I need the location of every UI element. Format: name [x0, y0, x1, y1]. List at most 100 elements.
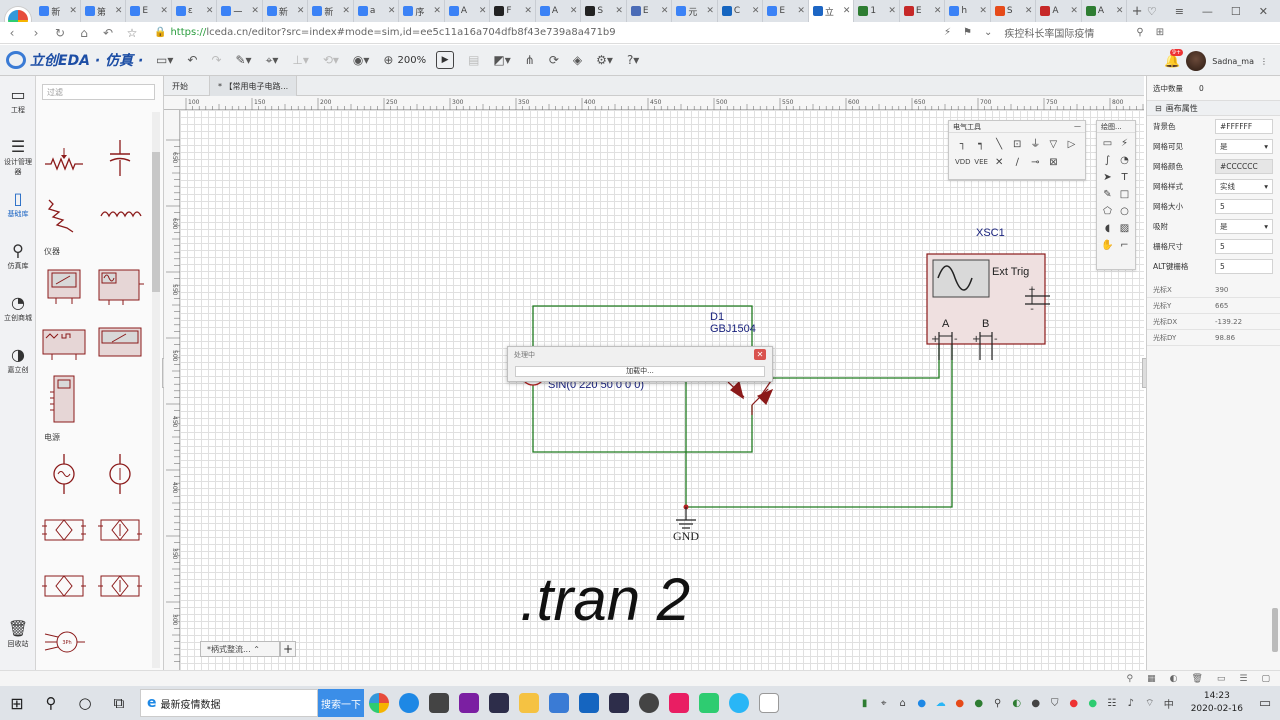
app-ae2-icon[interactable] — [604, 686, 634, 720]
pie-tool-icon[interactable]: ◖ — [1100, 221, 1115, 236]
tab-close-icon[interactable]: ✕ — [115, 6, 123, 16]
tray-network-icon[interactable]: ☷ — [1105, 696, 1119, 710]
tab-start[interactable]: 开始 — [164, 76, 210, 96]
undo-close-icon[interactable]: ↶ — [96, 26, 120, 40]
text-tool-icon[interactable]: T — [1117, 170, 1132, 185]
layout-icon[interactable]: ▦ — [1147, 674, 1156, 684]
tab-close-icon[interactable]: ✕ — [752, 6, 760, 16]
browser-tab[interactable]: S ✕ — [991, 0, 1037, 22]
tray-qq-icon[interactable]: ● — [1029, 696, 1043, 710]
drc-icon[interactable]: ◐ — [1170, 674, 1178, 684]
history-icon[interactable]: ⟳ — [549, 53, 559, 67]
new-tab-button[interactable]: + — [1127, 4, 1146, 19]
app-explorer-icon[interactable] — [514, 686, 544, 720]
tab-close-icon[interactable]: ✕ — [843, 6, 851, 16]
browser-tab[interactable]: F ✕ — [490, 0, 536, 22]
app-360-browser-icon[interactable] — [364, 686, 394, 720]
notification-icon[interactable]: ▭ — [1258, 696, 1272, 711]
schematic-drawing[interactable]: SIN(0 220 50 0 0 0) D1 GBJ1504 GND + - +… — [180, 110, 1144, 670]
share-icon[interactable]: ⋔ — [525, 53, 535, 67]
app-wechat-icon[interactable] — [694, 686, 724, 720]
search-icon[interactable]: ⚲ — [34, 686, 68, 720]
property-select[interactable]: 实线 ▾ — [1215, 178, 1273, 194]
tab-close-icon[interactable]: ✕ — [69, 6, 77, 16]
property-input[interactable]: 5 — [1215, 198, 1273, 214]
tray-volume-icon[interactable]: ♪ — [1124, 696, 1138, 710]
lib-multimeter[interactable] — [38, 260, 90, 312]
pen-icon[interactable]: ✎▾ — [236, 53, 252, 67]
panel-icon[interactable]: ▭ — [1217, 674, 1226, 684]
tray-search-icon[interactable]: ⚲ — [991, 696, 1005, 710]
shirt-icon[interactable]: ♡ — [1147, 5, 1157, 18]
tab-close-icon[interactable]: ✕ — [934, 6, 942, 16]
menu-icon[interactable]: ≡ — [1175, 5, 1184, 18]
bus-tool-icon[interactable]: ┑ — [974, 137, 989, 152]
browser-tab[interactable]: 元 ✕ — [672, 0, 718, 22]
tab-close-icon[interactable]: ✕ — [433, 6, 441, 16]
property-input[interactable]: 5 — [1215, 258, 1273, 274]
lib-inductor[interactable] — [94, 188, 146, 240]
dialog-close-button[interactable]: ✕ — [754, 349, 766, 360]
home-icon[interactable]: ⌂ — [72, 26, 96, 40]
browser-tab[interactable]: E ✕ — [900, 0, 946, 22]
tab-close-icon[interactable]: ✕ — [570, 6, 578, 16]
clock[interactable]: 14:23 2020-02-16 — [1191, 690, 1243, 716]
oscilloscope-symbol[interactable]: + - + - + - — [926, 253, 1050, 360]
tab-close-icon[interactable]: ✕ — [706, 6, 714, 16]
help-icon[interactable]: ?▾ — [627, 53, 639, 67]
tray-chat-icon[interactable]: ◐ — [1010, 696, 1024, 710]
lib-capacitor[interactable] — [94, 132, 146, 184]
cortana-icon[interactable]: ○ — [68, 686, 102, 720]
simulate-run-button[interactable]: ▶ — [436, 51, 455, 69]
app-lceda-icon[interactable] — [544, 686, 574, 720]
voltage-probe-icon[interactable]: ⊸ — [1028, 155, 1043, 170]
browser-tab[interactable]: C ✕ — [718, 0, 764, 22]
dimension-tool-icon[interactable]: ⌐ — [1117, 238, 1132, 253]
lib-potentiometer[interactable] — [38, 132, 90, 184]
grid-icon[interactable]: ⊞ — [1156, 27, 1164, 38]
tab-close-icon[interactable]: ✕ — [979, 6, 987, 16]
tab-close-icon[interactable]: ✕ — [1116, 6, 1124, 16]
place-icon[interactable]: ⌖▾ — [266, 53, 279, 68]
lib-oscilloscope[interactable] — [94, 260, 146, 312]
pan-hand-icon[interactable]: ✋ — [1100, 238, 1115, 253]
tray-shield-icon[interactable]: ⛉ — [1048, 696, 1062, 710]
back-icon[interactable]: ‹ — [0, 26, 24, 40]
ground-tool-icon[interactable]: ⏚ — [1028, 137, 1043, 152]
tab-close-icon[interactable]: ✕ — [206, 6, 214, 16]
bell-icon[interactable]: 🔔 9+ — [1164, 48, 1183, 69]
tab-close-icon[interactable]: ✕ — [524, 6, 532, 16]
tray-mic-icon[interactable]: ● — [915, 696, 929, 710]
lib-voltmeter[interactable] — [94, 316, 146, 368]
property-input[interactable]: #FFFFFF — [1215, 118, 1273, 134]
netlabel-icon[interactable]: ⊡ — [1010, 137, 1025, 152]
lib-three-phase-source[interactable]: 3Ph — [38, 616, 90, 668]
tab-close-icon[interactable]: ✕ — [297, 6, 305, 16]
browser-tab[interactable]: h ✕ — [945, 0, 991, 22]
tab-close-icon[interactable]: ✕ — [661, 6, 669, 16]
app-calculator-icon[interactable] — [424, 686, 454, 720]
app-bird-icon[interactable] — [724, 686, 754, 720]
app-onenote-icon[interactable] — [454, 686, 484, 720]
url-field[interactable]: 🔒 https://lceda.cn/editor?src=index#mode… — [154, 27, 944, 38]
rotate-icon[interactable]: ⟲▾ — [323, 53, 339, 67]
arrow-tool-icon[interactable]: ➤ — [1100, 170, 1115, 185]
picture-tool-icon[interactable]: ▨ — [1117, 221, 1132, 236]
tray-ime-icon[interactable]: 中 — [1162, 696, 1176, 711]
netflag-icon[interactable]: ▽ — [1046, 137, 1061, 152]
rail-item-design-manager[interactable]: ☰ 设计管理器 — [0, 128, 36, 180]
zoom-icon[interactable]: ⊕ — [383, 53, 393, 67]
vee-icon[interactable]: VEE — [974, 155, 989, 170]
chevron-up-icon[interactable]: ⌃ — [253, 645, 260, 654]
rail-item-jlc[interactable]: ◑ 嘉立创 — [0, 336, 36, 388]
bus-entry-icon[interactable]: ╲ — [992, 137, 1007, 152]
theme-icon[interactable]: ◩▾ — [493, 53, 510, 67]
rail-item-basic-library[interactable]: ▯ 基础库 — [0, 180, 36, 232]
user-menu-icon[interactable]: ⋮ — [1260, 57, 1268, 66]
property-select[interactable]: 是 ▾ — [1215, 218, 1273, 234]
browser-tab[interactable]: 新 ✕ — [263, 0, 309, 22]
schematic-canvas[interactable]: SIN(0 220 50 0 0 0) D1 GBJ1504 GND + - +… — [180, 110, 1144, 670]
zoom-level[interactable]: 200% — [397, 55, 426, 66]
circle-arc-tool-icon[interactable]: ◔ — [1117, 153, 1132, 168]
rect-tool-icon[interactable]: □ — [1117, 187, 1132, 202]
